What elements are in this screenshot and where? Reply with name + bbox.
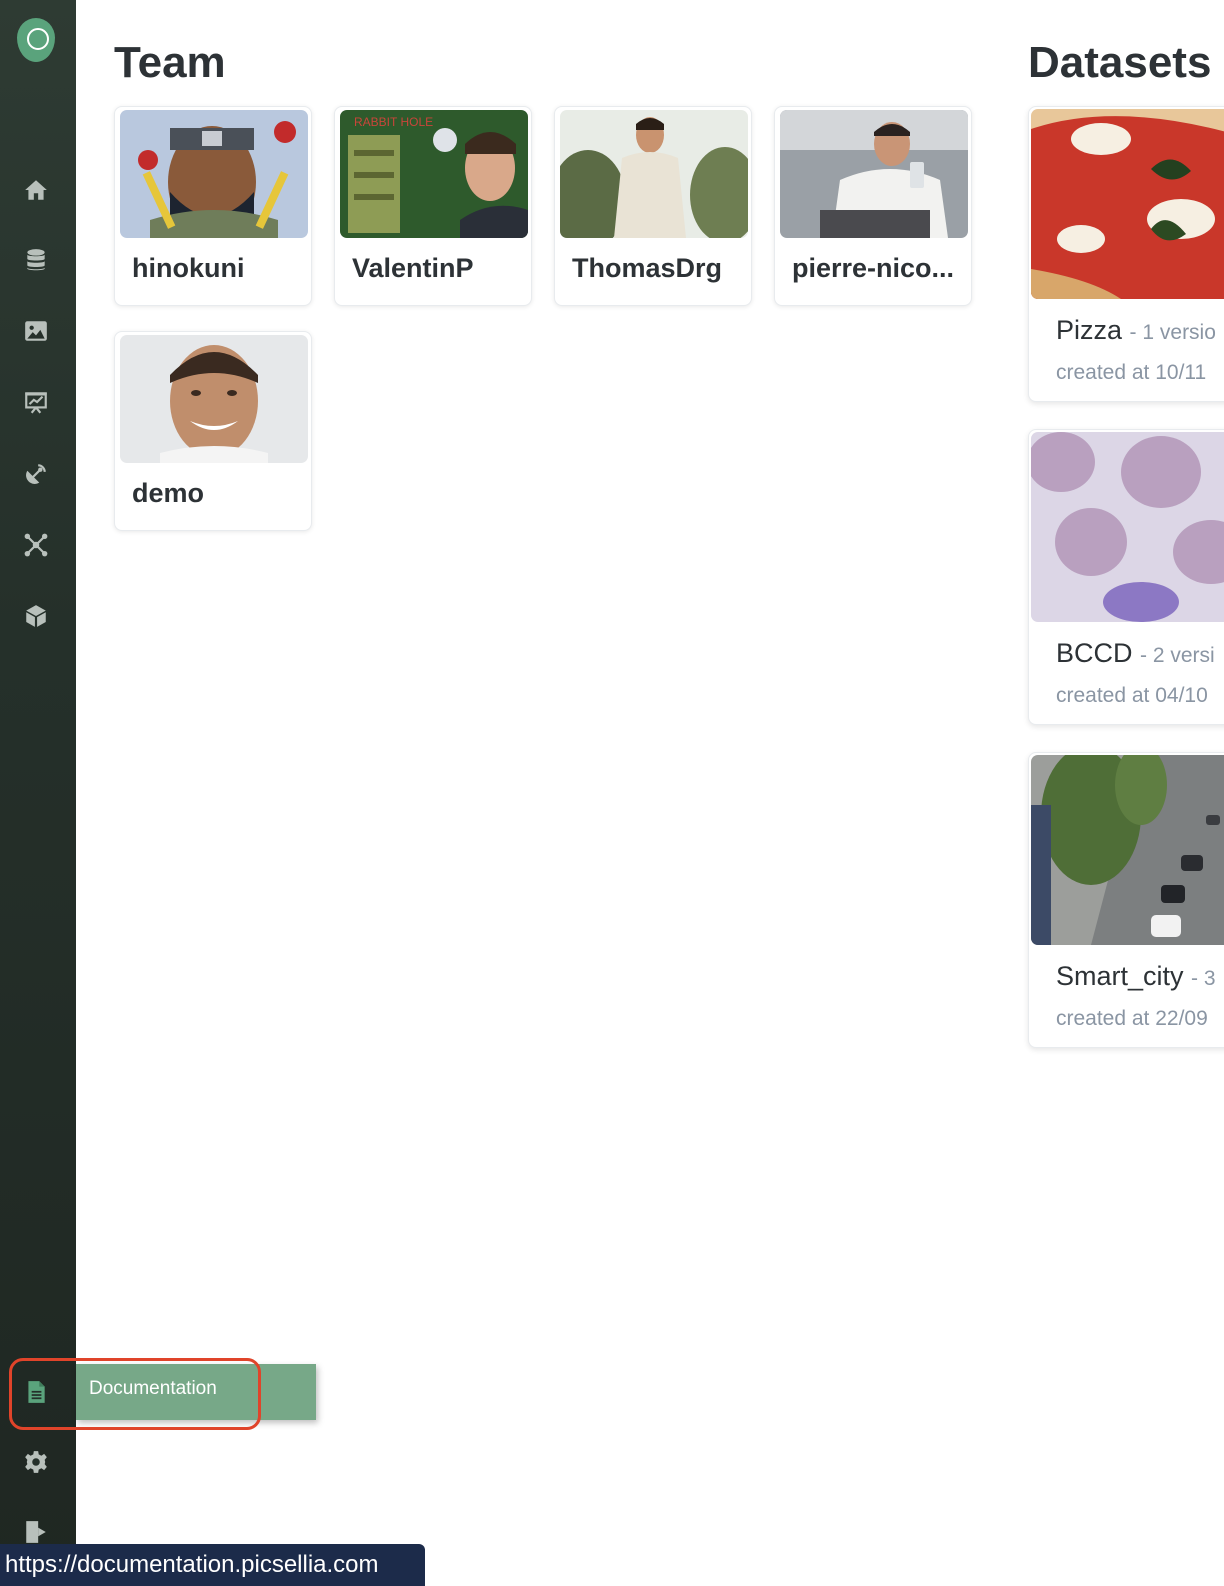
image-icon[interactable] bbox=[20, 315, 52, 347]
dataset-thumbnail bbox=[1031, 432, 1224, 622]
member-name: hinokuni bbox=[132, 253, 245, 283]
database-icon[interactable] bbox=[20, 244, 52, 276]
cube-icon[interactable] bbox=[20, 600, 52, 632]
dataset-thumbnail bbox=[1031, 109, 1224, 299]
member-card[interactable]: pierre-nico... bbox=[774, 106, 972, 306]
dataset-card[interactable]: Pizza - 1 versio created at 10/11 bbox=[1028, 106, 1224, 402]
status-bar-url: https://documentation.picsellia.com bbox=[0, 1544, 425, 1586]
svg-text:RABBIT HOLE: RABBIT HOLE bbox=[354, 115, 433, 129]
member-avatar: RABBIT HOLE bbox=[340, 110, 528, 238]
dataset-name-line: Smart_city - 3 bbox=[1056, 961, 1216, 992]
dataset-version-count: - 2 versi bbox=[1140, 644, 1215, 667]
highlight-annotation bbox=[9, 1358, 261, 1430]
member-name: ThomasDrg bbox=[572, 253, 723, 283]
home-icon[interactable] bbox=[20, 174, 52, 206]
team-title: Team bbox=[114, 38, 226, 87]
network-icon[interactable] bbox=[20, 529, 52, 561]
dataset-name-line: Pizza - 1 versio bbox=[1056, 315, 1216, 346]
member-card[interactable]: RABBIT HOLE ValentinP bbox=[334, 106, 532, 306]
member-name: pierre-nico... bbox=[792, 253, 955, 283]
member-avatar bbox=[560, 110, 748, 238]
satellite-dish-icon[interactable] bbox=[20, 458, 52, 490]
member-avatar bbox=[120, 110, 308, 238]
dataset-card[interactable]: BCCD - 2 versi created at 04/10 bbox=[1028, 429, 1224, 725]
member-card[interactable]: demo bbox=[114, 331, 312, 531]
member-card[interactable]: ThomasDrg bbox=[554, 106, 752, 306]
member-card[interactable]: hinokuni bbox=[114, 106, 312, 306]
member-name: demo bbox=[132, 478, 205, 508]
dataset-name-line: BCCD - 2 versi bbox=[1056, 638, 1215, 669]
presentation-chart-icon[interactable] bbox=[20, 386, 52, 418]
dataset-version-count: - 3 bbox=[1191, 967, 1216, 990]
datasets-title: Datasets bbox=[1028, 38, 1212, 87]
picsellia-logo[interactable] bbox=[17, 18, 55, 62]
dataset-name: Pizza bbox=[1056, 315, 1123, 345]
dataset-name: BCCD bbox=[1056, 638, 1133, 668]
sidebar bbox=[0, 0, 76, 1586]
dataset-name: Smart_city bbox=[1056, 961, 1184, 991]
dataset-created-date: created at 04/10 bbox=[1056, 684, 1208, 707]
app-root: Documentation Team hinokuni RABBIT HOLE … bbox=[0, 0, 1224, 1586]
dataset-created-date: created at 22/09 bbox=[1056, 1007, 1208, 1030]
dataset-card[interactable]: Smart_city - 3 created at 22/09 bbox=[1028, 752, 1224, 1048]
gear-icon[interactable] bbox=[20, 1446, 52, 1478]
member-avatar bbox=[780, 110, 968, 238]
dataset-thumbnail bbox=[1031, 755, 1224, 945]
dataset-version-count: - 1 versio bbox=[1129, 321, 1216, 344]
member-avatar bbox=[120, 335, 308, 463]
member-name: ValentinP bbox=[352, 253, 474, 283]
dataset-created-date: created at 10/11 bbox=[1056, 361, 1207, 384]
